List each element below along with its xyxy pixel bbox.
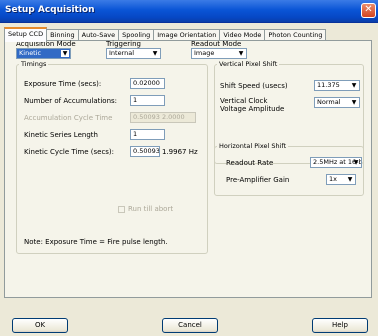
chevron-down-icon[interactable]: ▼ <box>350 99 358 106</box>
horizontal-shift-title: Horizontal Pixel Shift <box>217 142 289 150</box>
cancel-button[interactable]: Cancel <box>162 318 218 333</box>
kinetic-series-length-input[interactable]: 1 <box>130 129 165 140</box>
accumulation-cycle-input: 0.50093 2.0000 <box>130 112 196 123</box>
readout-mode-select[interactable]: Image ▼ <box>191 48 247 59</box>
kinetic-cycle-time-label: Kinetic Cycle Time (secs): <box>24 148 115 156</box>
vertical-clock-select[interactable]: Normal ▼ <box>314 97 360 108</box>
tab-strip: Setup CCD Binning Auto-Save Spooling Ima… <box>4 27 327 42</box>
vertical-clock-label-2: Voltage Amplitude <box>220 105 285 113</box>
kinetic-cycle-time-input[interactable]: 0.50093 <box>130 146 160 157</box>
tab-setup-ccd[interactable]: Setup CCD <box>4 27 48 42</box>
chevron-down-icon[interactable]: ▼ <box>346 176 354 183</box>
ok-button[interactable]: OK <box>12 318 68 333</box>
exposure-time-input[interactable]: 0.02000 <box>130 78 165 89</box>
shift-speed-select[interactable]: 11.375 ▼ <box>314 80 360 91</box>
readout-mode-value: Image <box>194 49 215 57</box>
chevron-down-icon[interactable]: ▼ <box>61 50 69 57</box>
close-icon[interactable]: ✕ <box>361 3 376 18</box>
title-bar[interactable]: Setup Acquisition ✕ <box>0 0 378 23</box>
accumulations-input[interactable]: 1 <box>130 95 165 106</box>
kinetic-series-length-label: Kinetic Series Length <box>24 131 98 139</box>
shift-speed-label: Shift Speed (usecs) <box>220 82 288 90</box>
acquisition-mode-value: Kinetic <box>19 49 42 57</box>
acquisition-mode-select[interactable]: Kinetic ▼ <box>16 48 71 59</box>
preamp-gain-label: Pre-Amplifier Gain <box>226 176 290 184</box>
chevron-down-icon[interactable]: ▼ <box>352 159 360 166</box>
vertical-clock-value: Normal <box>317 98 341 106</box>
readout-rate-select[interactable]: 2.5MHz at 16-bit ▼ <box>310 157 362 168</box>
readout-mode-label: Readout Mode <box>191 40 242 48</box>
triggering-select[interactable]: Internal ▼ <box>106 48 161 59</box>
triggering-value: Internal <box>109 49 135 57</box>
triggering-label: Triggering <box>106 40 141 48</box>
kinetic-cycle-hz: 1.9967 Hz <box>162 148 198 156</box>
vertical-clock-label-1: Vertical Clock <box>220 97 268 105</box>
horizontal-shift-group <box>214 146 364 196</box>
readout-rate-label: Readout Rate <box>226 159 274 167</box>
chevron-down-icon[interactable]: ▼ <box>151 50 159 57</box>
run-till-abort-label: Run till abort <box>128 205 174 213</box>
preamp-gain-select[interactable]: 1x ▼ <box>326 174 356 185</box>
timings-group <box>16 64 208 254</box>
exposure-note: Note: Exposure Time = Fire pulse length. <box>24 238 168 246</box>
chevron-down-icon[interactable]: ▼ <box>350 82 358 89</box>
timings-title: Timings <box>19 60 49 68</box>
vertical-shift-title: Vertical Pixel Shift <box>217 60 280 68</box>
run-till-abort-checkbox <box>118 206 125 213</box>
accumulation-cycle-label: Accumulation Cycle Time <box>24 114 113 122</box>
preamp-gain-value: 1x <box>329 175 337 183</box>
shift-speed-value: 11.375 <box>317 81 340 89</box>
chevron-down-icon[interactable]: ▼ <box>237 50 245 57</box>
window-title: Setup Acquisition <box>5 5 95 15</box>
exposure-time-label: Exposure Time (secs): <box>24 80 102 88</box>
help-button[interactable]: Help <box>312 318 368 333</box>
accumulations-label: Number of Accumulations: <box>24 97 118 105</box>
